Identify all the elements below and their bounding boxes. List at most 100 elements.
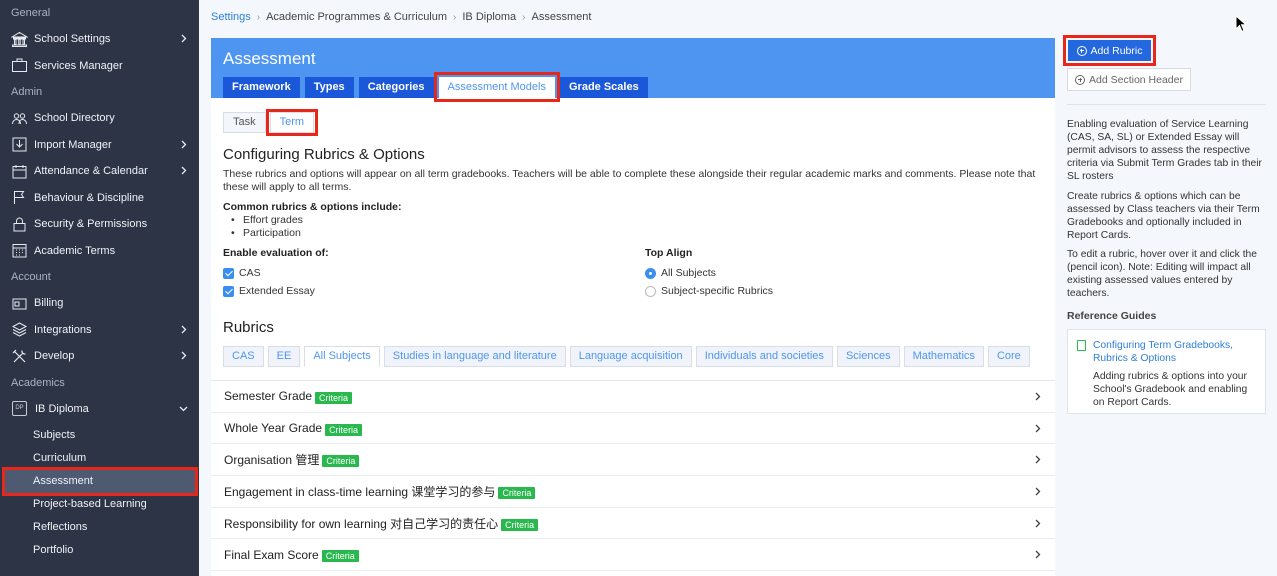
- chevron-right-icon: [181, 34, 187, 43]
- top-align-label: Top Align: [645, 247, 693, 259]
- sidebar-item-label: Security & Permissions: [34, 218, 148, 231]
- breadcrumb: Settings › Academic Programmes & Curricu…: [211, 11, 591, 23]
- subtab-task[interactable]: Task: [223, 112, 266, 133]
- checkbox-label: Extended Essay: [239, 285, 315, 297]
- sidebar-item-behaviour-discipline[interactable]: Behaviour & Discipline: [0, 185, 199, 212]
- card-header: Assessment Framework Types Categories As…: [211, 38, 1055, 102]
- sidebar-subitem-reflections[interactable]: Reflections: [0, 516, 199, 539]
- sidebar-item-label: Attendance & Calendar: [34, 165, 148, 178]
- import-icon: [11, 136, 28, 153]
- rubric-row[interactable]: Whole Year Grade Criteria: [211, 413, 1055, 445]
- rubric-tab-cas[interactable]: CAS: [223, 346, 264, 367]
- breadcrumb-separator: ›: [522, 11, 526, 23]
- rubric-tab-core[interactable]: Core: [987, 346, 1030, 367]
- subtab-term[interactable]: Term: [265, 109, 319, 136]
- rubric-row[interactable]: Final Exam Score Criteria: [211, 539, 1055, 572]
- sidebar-item-school-settings[interactable]: School Settings: [0, 26, 199, 53]
- sidebar-item-school-directory[interactable]: School Directory: [0, 105, 199, 132]
- rubric-list: Semester Grade Criteria Whole Year Grade…: [211, 380, 1055, 572]
- enable-evaluation-label: Enable evaluation of:: [223, 247, 329, 259]
- cas-checkbox-row[interactable]: CAS: [223, 267, 261, 279]
- tab-categories[interactable]: Categories: [358, 77, 434, 98]
- rubric-tab-individuals-societies[interactable]: Individuals and societies: [695, 346, 833, 367]
- breadcrumb-settings[interactable]: Settings: [211, 11, 251, 23]
- rubric-label: Semester Grade: [224, 389, 313, 404]
- tab-grade-scales[interactable]: Grade Scales: [559, 77, 648, 98]
- reference-guide-description: Adding rubrics & options into your Schoo…: [1093, 371, 1248, 408]
- chevron-right-icon: [181, 351, 187, 360]
- chevron-right-icon: [181, 140, 187, 148]
- sidebar-item-label: Behaviour & Discipline: [34, 191, 145, 204]
- config-description: These rubrics and options will appear on…: [223, 168, 1036, 193]
- criteria-badge: Criteria: [322, 455, 360, 468]
- add-rubric-button[interactable]: Add Rubric: [1063, 35, 1156, 66]
- tab-framework[interactable]: Framework: [223, 77, 300, 98]
- sidebar-item-develop[interactable]: Develop: [0, 343, 199, 370]
- breadcrumb-ib-diploma[interactable]: IB Diploma: [462, 11, 516, 23]
- config-title: Configuring Rubrics & Options: [223, 146, 425, 163]
- billing-icon: [11, 295, 28, 312]
- sidebar-item-import-manager[interactable]: Import Manager: [0, 132, 199, 159]
- sidebar-item-attendance-calendar[interactable]: Attendance & Calendar: [0, 158, 199, 185]
- rubric-row[interactable]: Responsibility for own learning 对自己学习的责任…: [211, 508, 1055, 540]
- breadcrumb-academic-programmes[interactable]: Academic Programmes & Curriculum: [266, 11, 447, 23]
- rubric-label: Whole Year Grade: [224, 421, 323, 436]
- breadcrumb-separator: ›: [453, 11, 457, 23]
- sidebar-item-billing[interactable]: Billing: [0, 290, 199, 317]
- all-subjects-radio-row[interactable]: All Subjects: [645, 267, 716, 279]
- sidebar-subitem-subjects[interactable]: Subjects: [0, 424, 199, 447]
- chevron-right-icon: [181, 166, 187, 175]
- breadcrumb-assessment: Assessment: [531, 11, 592, 23]
- rubric-row[interactable]: Organisation 管理 Criteria: [211, 444, 1055, 477]
- all-subjects-radio[interactable]: [645, 267, 656, 279]
- criteria-badge: Criteria: [498, 486, 536, 499]
- rubric-tab-sciences[interactable]: Sciences: [836, 346, 900, 367]
- add-section-header-button[interactable]: Add Section Header: [1067, 68, 1191, 91]
- chevron-right-icon: [1035, 424, 1041, 433]
- assessment-card: Assessment Framework Types Categories As…: [211, 38, 1055, 576]
- plus-circle-icon: [1076, 45, 1087, 56]
- tab-assessment-models[interactable]: Assessment Models: [433, 72, 561, 102]
- sidebar-item-academic-terms[interactable]: Academic Terms: [0, 238, 199, 265]
- subject-specific-radio-row[interactable]: Subject-specific Rubrics: [645, 285, 773, 297]
- rubric-tab-ee[interactable]: EE: [267, 346, 301, 367]
- sidebar-item-label: IB Diploma: [35, 402, 89, 415]
- sidebar-item-integrations[interactable]: Integrations: [0, 317, 199, 344]
- rubric-row[interactable]: Engagement in class-time learning 课堂学习的参…: [211, 476, 1055, 508]
- rubric-row[interactable]: Semester Grade Criteria: [211, 381, 1055, 413]
- reference-guides-label: Reference Guides: [1067, 310, 1157, 322]
- layers-icon: [11, 321, 28, 338]
- sidebar-item-ib-diploma[interactable]: DP IB Diploma: [0, 396, 199, 423]
- chevron-right-icon: [1035, 550, 1041, 559]
- sidebar-item-security-permissions[interactable]: Security & Permissions: [0, 211, 199, 238]
- help-paragraph: To edit a rubric, hover over it and clic…: [1067, 249, 1258, 299]
- reference-guide-link[interactable]: Configuring Term Gradebooks, Rubrics & O…: [1093, 339, 1258, 365]
- radio-label: All Subjects: [661, 267, 716, 279]
- rubric-tab-language-acquisition[interactable]: Language acquisition: [569, 346, 692, 367]
- divider: [1067, 104, 1266, 105]
- sidebar-subitem-assessment[interactable]: Assessment: [2, 467, 198, 496]
- sidebar-item-services-manager[interactable]: Services Manager: [0, 53, 199, 80]
- sidebar-subitem-project-based-learning[interactable]: Project-based Learning: [0, 493, 199, 516]
- tab-types[interactable]: Types: [304, 77, 354, 98]
- document-icon: [1077, 340, 1086, 351]
- chevron-right-icon: [1035, 519, 1041, 528]
- rubric-tab-all-subjects[interactable]: All Subjects: [304, 346, 380, 367]
- sidebar-subitem-portfolio[interactable]: Portfolio: [0, 539, 199, 562]
- sidebar-section-account: Account: [11, 271, 51, 283]
- radio-label: Subject-specific Rubrics: [661, 285, 774, 297]
- criteria-badge: Criteria: [315, 391, 353, 404]
- extended-essay-checkbox[interactable]: [223, 285, 234, 297]
- rubric-tab-language-literature[interactable]: Studies in language and literature: [383, 346, 566, 367]
- subject-specific-radio[interactable]: [645, 285, 656, 297]
- people-icon: [11, 110, 28, 127]
- tools-icon: [11, 348, 28, 365]
- rubrics-title: Rubrics: [223, 319, 274, 336]
- cas-checkbox[interactable]: [223, 267, 234, 279]
- rubric-tab-mathematics[interactable]: Mathematics: [903, 346, 984, 367]
- sidebar-item-label: Develop: [34, 350, 75, 363]
- extended-essay-checkbox-row[interactable]: Extended Essay: [223, 285, 315, 297]
- help-paragraph: Enabling evaluation of Service Learning …: [1067, 119, 1262, 182]
- add-rubric-label: Add Rubric: [1090, 44, 1143, 57]
- rubric-tabs: CAS EE All Subjects Studies in language …: [223, 346, 1030, 367]
